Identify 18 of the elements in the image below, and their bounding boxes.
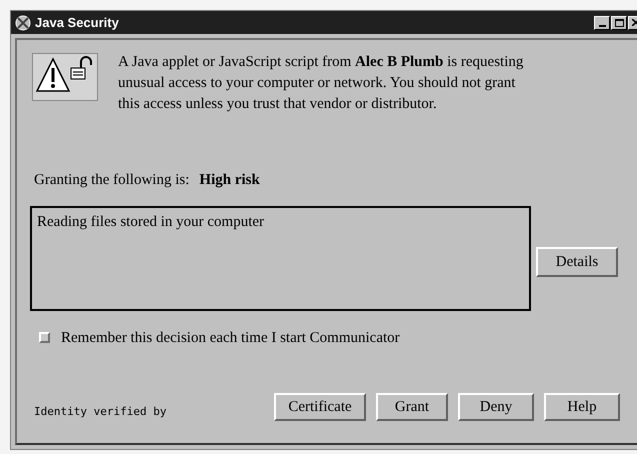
risk-label: Granting the following is: <box>34 171 190 190</box>
dialog-button[interactable]: Certificate <box>274 393 366 421</box>
minimize-icon <box>598 24 606 26</box>
remember-label: Remember this decision each time I start Communicator <box>61 328 400 348</box>
remember-checkbox[interactable] <box>39 332 50 344</box>
dialog-button[interactable]: Grant <box>376 393 448 421</box>
warning-lock-icon <box>32 53 98 101</box>
risk-level: High risk <box>199 171 260 190</box>
window-title: Java Security <box>35 14 119 32</box>
minimize-button[interactable] <box>594 16 610 30</box>
maximize-icon <box>614 18 624 26</box>
details-button[interactable]: Details <box>536 247 618 277</box>
dialog-button[interactable]: Help <box>544 393 620 421</box>
warning-message: A Java applet or JavaScript script from Alec B Plumb is requesting unusual access to your computer or network. You should not grant this access unless you trust that vendor or distributor. <box>118 53 524 114</box>
dialog-button[interactable]: Deny <box>458 393 534 421</box>
access-item: Reading files stored in your computer <box>37 212 264 232</box>
maximize-button[interactable] <box>611 16 627 30</box>
identity-label: Identity verified by <box>34 404 168 420</box>
